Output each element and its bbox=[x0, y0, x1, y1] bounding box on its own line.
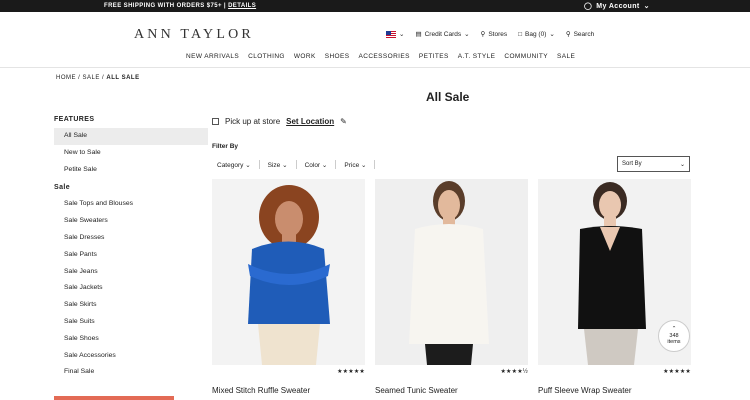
credit-card-icon: ▤ bbox=[415, 31, 422, 38]
chevron-down-icon: ⌄ bbox=[282, 161, 288, 169]
credit-cards-label: Credit Cards bbox=[424, 30, 462, 38]
product-card[interactable]: ★★★★½ Seamed Tunic Sweater bbox=[375, 179, 528, 395]
sidebar-item-sale-jackets[interactable]: Sale Jackets bbox=[54, 280, 208, 297]
filter-category-label: Category bbox=[217, 161, 244, 169]
nav-item-new-arrivals[interactable]: NEW ARRIVALS bbox=[186, 53, 239, 60]
promo-text: FREE SHIPPING WITH ORDERS $75+ | DETAILS bbox=[104, 3, 256, 9]
promo-details-link[interactable]: DETAILS bbox=[228, 3, 256, 9]
sidebar-item-final-sale[interactable]: Final Sale bbox=[54, 364, 208, 381]
filter-size-label: Size bbox=[267, 161, 281, 169]
product-image[interactable] bbox=[375, 179, 528, 365]
features-heading: FEATURES bbox=[54, 116, 95, 123]
chevron-up-icon: ⌃ bbox=[671, 326, 677, 332]
pickup-filter: Pick up at store Set Location ✎ bbox=[212, 117, 347, 126]
chevron-down-icon: ⌄ bbox=[399, 31, 405, 38]
filter-color[interactable]: Color ⌄ bbox=[305, 161, 328, 169]
credit-cards-link[interactable]: ▤ Credit Cards ⌄ bbox=[415, 30, 470, 39]
chevron-down-icon: ⌄ bbox=[643, 3, 650, 10]
nav-item-work[interactable]: WORK bbox=[294, 53, 316, 60]
sidebar-item-sale-pants[interactable]: Sale Pants bbox=[54, 247, 208, 264]
edit-icon[interactable]: ✎ bbox=[340, 117, 347, 126]
chevron-down-icon: ⌄ bbox=[245, 161, 251, 169]
bag-link[interactable]: □ Bag (0) ⌄ bbox=[518, 30, 555, 39]
product-name[interactable]: Puff Sleeve Wrap Sweater bbox=[538, 386, 632, 395]
nav-item-shoes[interactable]: SHOES bbox=[325, 53, 350, 60]
sidebar-item-all-sale[interactable]: All Sale bbox=[54, 128, 208, 145]
brand-logo[interactable]: ANN TAYLOR bbox=[134, 27, 254, 43]
search-icon: ⚲ bbox=[565, 31, 571, 38]
bag-icon: □ bbox=[518, 30, 523, 38]
filter-price-label: Price bbox=[344, 161, 360, 169]
location-pin-icon: ⚲ bbox=[480, 31, 486, 38]
nav-item-sale[interactable]: SALE bbox=[557, 53, 575, 60]
user-icon: ◯ bbox=[584, 3, 593, 10]
category-sidebar: FEATURES All Sale New to Sale Petite Sal… bbox=[54, 116, 208, 381]
breadcrumb: HOME / SALE / ALL SALE bbox=[56, 75, 140, 81]
filter-size[interactable]: Size ⌄ bbox=[268, 161, 288, 169]
sort-by-dropdown[interactable]: Sort By ⌄ bbox=[617, 156, 690, 172]
site-header: ANN TAYLOR ⌄ ▤ Credit Cards ⌄ ⚲ Stores □ Bag… bbox=[0, 12, 750, 68]
page-title: All Sale bbox=[426, 90, 470, 104]
sidebar-item-sale-sweaters[interactable]: Sale Sweaters bbox=[54, 213, 208, 230]
breadcrumb-home[interactable]: HOME bbox=[56, 75, 76, 81]
sidebar-item-sale-accessories[interactable]: Sale Accessories bbox=[54, 348, 208, 365]
main-nav: NEW ARRIVALS CLOTHING WORK SHOES ACCESSO… bbox=[186, 53, 575, 60]
promo-bar: FREE SHIPPING WITH ORDERS $75+ | DETAILS… bbox=[0, 0, 750, 12]
item-count: 348 bbox=[669, 332, 679, 339]
product-card[interactable]: ★★★★★ Mixed Stitch Ruffle Sweater bbox=[212, 179, 365, 395]
my-account-label: My Account bbox=[596, 2, 640, 10]
us-flag-icon bbox=[386, 30, 396, 38]
breadcrumb-separator: / bbox=[78, 75, 81, 81]
chevron-down-icon: ⌄ bbox=[464, 31, 470, 38]
sidebar-item-sale-suits[interactable]: Sale Suits bbox=[54, 314, 208, 331]
stores-label: Stores bbox=[488, 30, 508, 38]
item-count-label: items bbox=[667, 339, 681, 345]
nav-item-community[interactable]: COMMUNITY bbox=[504, 53, 548, 60]
search-link[interactable]: ⚲ Search bbox=[565, 30, 595, 39]
nav-item-clothing[interactable]: CLOTHING bbox=[248, 53, 285, 60]
my-account-menu[interactable]: ◯ My Account ⌄ bbox=[584, 2, 650, 11]
bag-label: Bag (0) bbox=[525, 30, 547, 38]
sidebar-item-sale-dresses[interactable]: Sale Dresses bbox=[54, 230, 208, 247]
sidebar-item-new-to-sale[interactable]: New to Sale bbox=[54, 145, 208, 162]
product-name[interactable]: Seamed Tunic Sweater bbox=[375, 386, 458, 395]
sidebar-item-petite-sale[interactable]: Petite Sale bbox=[54, 162, 208, 179]
breadcrumb-separator: / bbox=[102, 75, 105, 81]
product-image[interactable] bbox=[212, 179, 365, 365]
product-rating: ★★★★★ bbox=[337, 369, 365, 375]
filter-category[interactable]: Category ⌄ bbox=[217, 161, 251, 169]
sidebar-item-sale-skirts[interactable]: Sale Skirts bbox=[54, 297, 208, 314]
chevron-down-icon: ⌄ bbox=[549, 31, 555, 38]
pickup-label: Pick up at store bbox=[225, 117, 281, 126]
sidebar-item-sale-tops[interactable]: Sale Tops and Blouses bbox=[54, 196, 208, 213]
sidebar-item-sale-jeans[interactable]: Sale Jeans bbox=[54, 264, 208, 281]
chevron-down-icon: ⌄ bbox=[361, 161, 367, 169]
sidebar-item-sale-shoes[interactable]: Sale Shoes bbox=[54, 331, 208, 348]
product-name[interactable]: Mixed Stitch Ruffle Sweater bbox=[212, 386, 310, 395]
country-selector[interactable]: ⌄ bbox=[386, 30, 404, 38]
item-count-badge[interactable]: ⌃ 348 items bbox=[658, 320, 690, 352]
sort-by-label: Sort By bbox=[622, 161, 642, 167]
sale-heading: Sale bbox=[54, 184, 70, 192]
breadcrumb-sale[interactable]: SALE bbox=[83, 75, 100, 81]
stores-link[interactable]: ⚲ Stores bbox=[480, 30, 508, 39]
chevron-down-icon: ⌄ bbox=[321, 161, 328, 169]
sidebar-cta-button[interactable] bbox=[54, 396, 174, 400]
nav-item-at-style[interactable]: A.T. STYLE bbox=[458, 53, 496, 60]
nav-item-accessories[interactable]: ACCESSORIES bbox=[358, 53, 409, 60]
product-rating: ★★★★½ bbox=[500, 369, 528, 375]
filter-heading: Filter By bbox=[212, 143, 239, 150]
chevron-down-icon: ⌄ bbox=[679, 162, 685, 168]
nav-item-petites[interactable]: PETITES bbox=[419, 53, 449, 60]
product-rating: ★★★★★ bbox=[663, 369, 691, 375]
promo-message: FREE SHIPPING WITH ORDERS $75+ | bbox=[104, 3, 229, 9]
pickup-checkbox[interactable] bbox=[212, 118, 219, 125]
filter-bar: Category ⌄ Size ⌄ Color ⌄ Price ⌄ bbox=[217, 160, 376, 169]
filter-color-label: Color bbox=[304, 161, 321, 169]
utility-links: ⌄ ▤ Credit Cards ⌄ ⚲ Stores □ Bag (0) ⌄ ⚲ Sear… bbox=[386, 30, 594, 38]
filter-price[interactable]: Price ⌄ bbox=[344, 161, 366, 169]
set-location-link[interactable]: Set Location bbox=[286, 117, 334, 126]
search-label: Search bbox=[573, 30, 595, 38]
breadcrumb-current: ALL SALE bbox=[106, 75, 140, 81]
